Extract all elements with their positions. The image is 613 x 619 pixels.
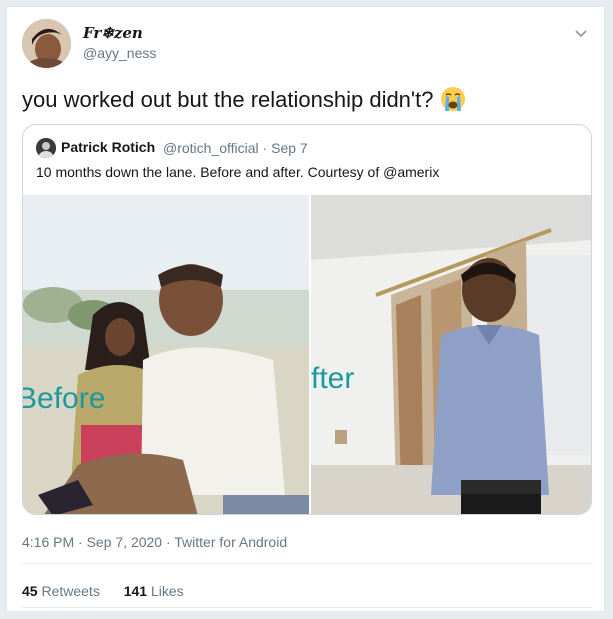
- divider: [22, 563, 592, 564]
- retweets-label: Retweets: [37, 583, 100, 599]
- chevron-down-icon[interactable]: [572, 25, 590, 43]
- user-avatar[interactable]: [22, 19, 71, 68]
- after-photo[interactable]: fter: [311, 195, 591, 514]
- retweets-stat[interactable]: 45 Retweets: [22, 583, 100, 599]
- before-photo[interactable]: Before: [23, 195, 309, 514]
- tweet-body: you worked out but the relationship didn…: [22, 87, 434, 112]
- before-caption: Before: [23, 382, 106, 415]
- likes-stat[interactable]: 141 Likes: [124, 583, 184, 599]
- loudly-crying-face-icon: [439, 85, 467, 113]
- quoted-name[interactable]: Patrick Rotich: [61, 139, 155, 155]
- quoted-tweet[interactable]: Patrick Rotich @rotich_official · Sep 7 …: [22, 124, 592, 515]
- user-handle[interactable]: @ayy_ness: [83, 45, 156, 61]
- likes-label: Likes: [147, 583, 184, 599]
- quoted-avatar[interactable]: [36, 138, 56, 158]
- divider: [22, 607, 592, 608]
- quoted-text: 10 months down the lane. Before and afte…: [36, 164, 440, 180]
- tweet-text: you worked out but the relationship didn…: [22, 85, 467, 113]
- retweets-count: 45: [22, 583, 38, 599]
- tweet-timestamp[interactable]: 4:16 PM · Sep 7, 2020 · Twitter for Andr…: [22, 534, 287, 550]
- after-caption: fter: [311, 362, 355, 395]
- quoted-handle-date: @rotich_official · Sep 7: [163, 140, 308, 156]
- engagement-stats: 45 Retweets 141 Likes: [22, 583, 204, 599]
- display-name[interactable]: Fr❄zen: [83, 24, 143, 42]
- tweet-card: Fr❄zen @ayy_ness you worked out but the …: [6, 6, 605, 612]
- likes-count: 141: [123, 583, 148, 599]
